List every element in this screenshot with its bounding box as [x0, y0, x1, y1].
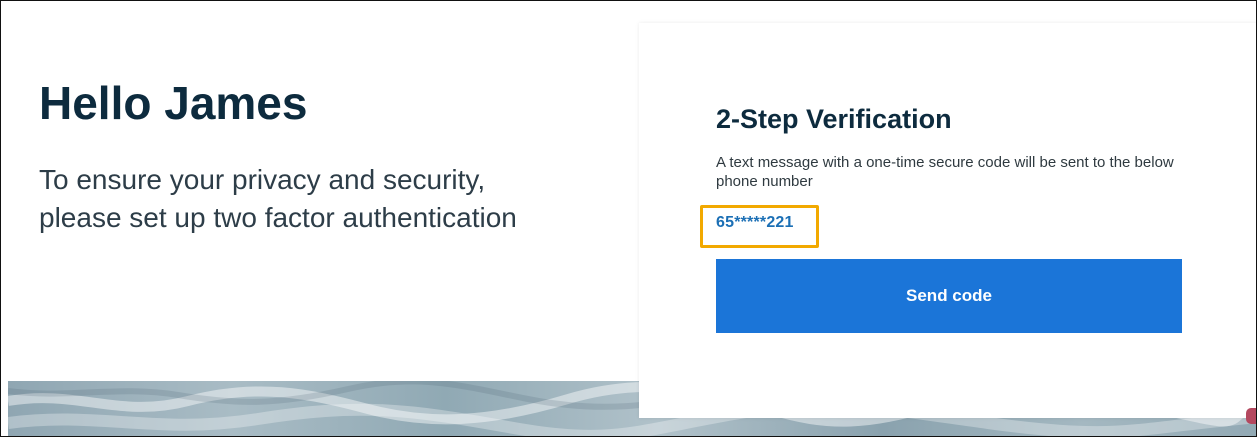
send-code-button[interactable]: Send code: [716, 259, 1182, 333]
masked-phone-number: 65*****221: [716, 214, 794, 231]
page-frame: Hello James To ensure your privacy and s…: [0, 0, 1257, 437]
edge-marker: [1246, 408, 1256, 424]
verification-title: 2-Step Verification: [716, 104, 952, 134]
intro-panel: Hello James To ensure your privacy and s…: [39, 79, 559, 237]
greeting-heading: Hello James: [39, 77, 308, 129]
verification-card: 2-Step Verification A text message with …: [639, 23, 1256, 418]
intro-text: To ensure your privacy and security, ple…: [39, 164, 517, 234]
verification-description: A text message with a one-time secure co…: [716, 154, 1174, 190]
